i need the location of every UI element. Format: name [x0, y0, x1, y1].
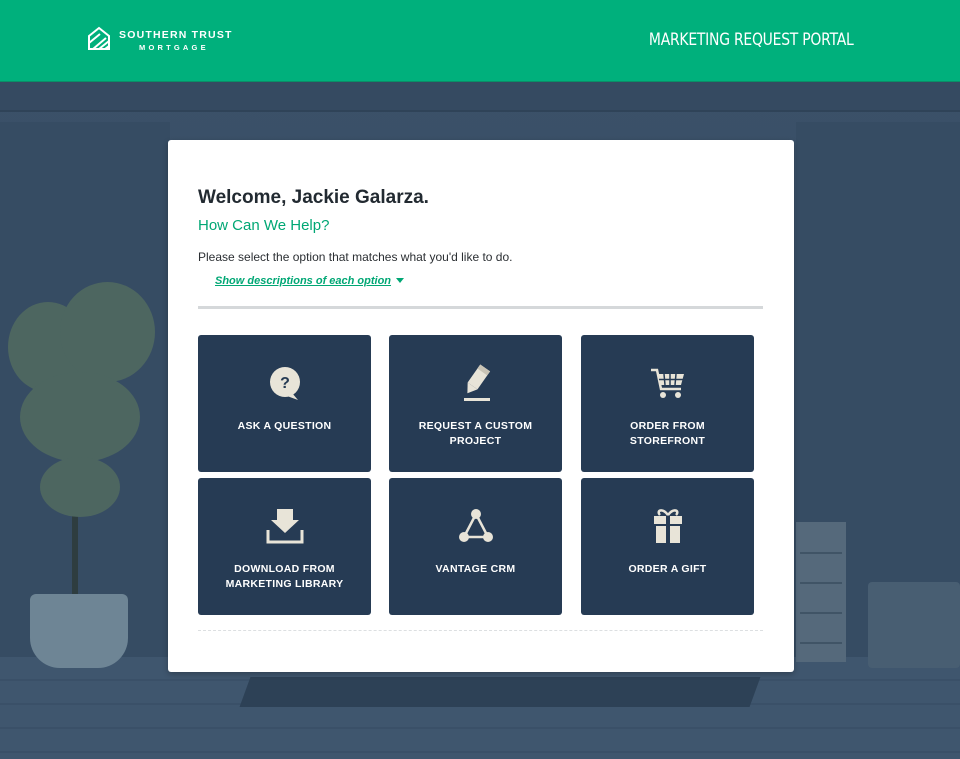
option-download-marketing-library[interactable]: DOWNLOAD FROM MARKETING LIBRARY	[198, 478, 371, 615]
dresser-drawer	[800, 582, 842, 584]
dresser	[796, 522, 846, 662]
brand-subname: MORTGAGE	[139, 43, 209, 52]
show-descriptions-label: Show descriptions of each option	[215, 275, 392, 287]
welcome-card: Welcome, Jackie Galarza. How Can We Help…	[168, 140, 794, 672]
option-vantage-crm[interactable]: VANTAGE CRM	[389, 478, 562, 615]
pencil-icon	[463, 364, 490, 401]
portal-title: MARKETING REQUEST PORTAL	[649, 30, 854, 50]
option-label: ORDER FROM STOREFRONT	[629, 420, 706, 447]
option-label: ORDER A GIFT	[628, 563, 707, 575]
option-order-a-gift[interactable]: ORDER A GIFT	[581, 478, 754, 615]
svg-text:?: ?	[280, 375, 290, 392]
basket	[868, 582, 960, 668]
top-bar: SOUTHERN TRUST MORTGAGE MARKETING REQUES…	[0, 0, 960, 82]
option-label: VANTAGE CRM	[435, 563, 516, 575]
caret-down-icon	[396, 278, 405, 283]
option-label: DOWNLOAD FROM MARKETING LIBRARY	[225, 563, 344, 590]
instruction-text: Please select the option that matches wh…	[198, 250, 513, 264]
plant-pot	[30, 594, 128, 668]
network-nodes-icon	[458, 509, 493, 542]
dresser-drawer	[800, 642, 842, 644]
bottom-divider	[198, 630, 763, 631]
ceiling-molding	[0, 82, 960, 112]
plant-foliage	[20, 372, 140, 462]
option-label: ASK A QUESTION	[237, 420, 332, 432]
gift-icon	[653, 509, 682, 543]
option-request-custom-project[interactable]: REQUEST A CUSTOM PROJECT	[389, 335, 562, 472]
option-order-from-storefront[interactable]: ORDER FROM STOREFRONT	[581, 335, 754, 472]
divider	[198, 306, 763, 309]
brand-logo[interactable]: SOUTHERN TRUST MORTGAGE	[88, 26, 238, 56]
show-descriptions-link[interactable]: Show descriptions of each option	[215, 275, 405, 287]
floor	[0, 657, 960, 759]
welcome-heading: Welcome, Jackie Galarza.	[198, 187, 429, 208]
option-ask-a-question[interactable]: ? ASK A QUESTION	[198, 335, 371, 472]
logo-mark-icon	[88, 26, 110, 50]
brand-name: SOUTHERN TRUST	[119, 29, 233, 41]
question-bubble-icon: ?	[269, 367, 300, 400]
dresser-drawer	[800, 552, 842, 554]
download-tray-icon	[266, 509, 303, 544]
options-grid: ? ASK A QUESTION REQUEST A CUSTOM PROJEC…	[198, 335, 754, 615]
plant-foliage	[60, 282, 155, 382]
rug	[239, 677, 761, 707]
help-subtitle: How Can We Help?	[198, 217, 330, 234]
dresser-drawer	[800, 612, 842, 614]
option-label: REQUEST A CUSTOM PROJECT	[418, 420, 533, 447]
plant-foliage	[40, 457, 120, 517]
shopping-cart-icon	[650, 368, 684, 398]
